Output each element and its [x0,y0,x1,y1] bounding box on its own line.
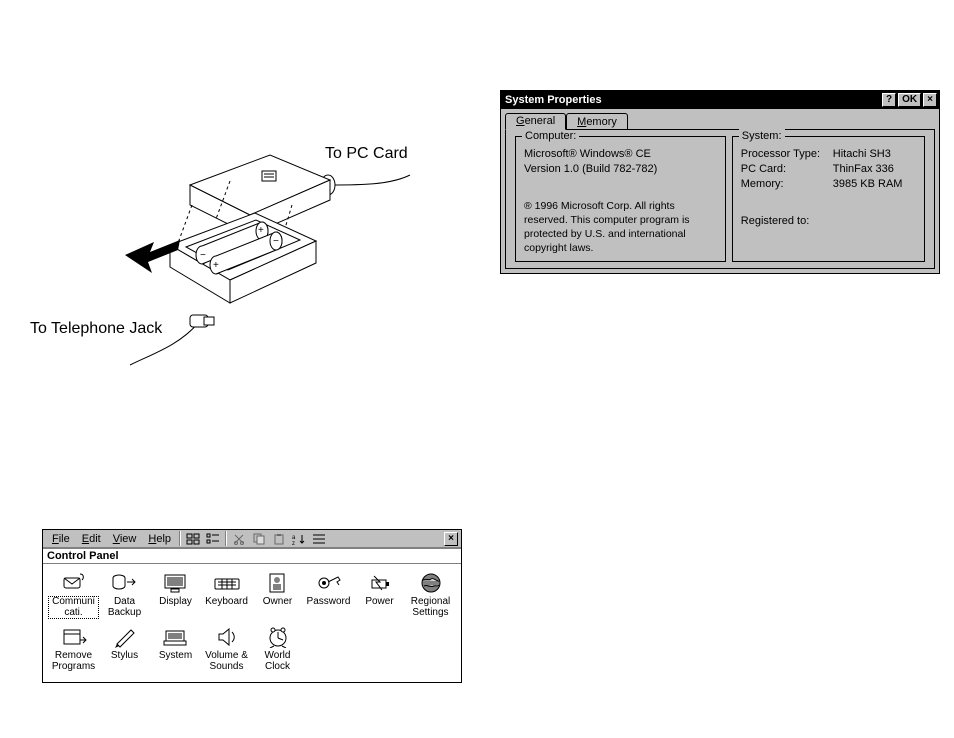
icon-owner[interactable]: Owner [253,572,302,618]
icon-communications[interactable]: Communicati. [49,572,98,618]
speaker-icon [213,626,241,648]
toolbar-details[interactable] [310,531,328,547]
svg-text:−: − [200,250,206,261]
icon-password[interactable]: Password [304,572,353,618]
icon-data-backup[interactable]: Data Backup [100,572,149,618]
cp-close-button[interactable]: × [444,532,458,546]
owner-icon [264,572,292,594]
system-icon [162,626,190,648]
tab-content: Computer: Microsoft® Windows® CE Version… [505,129,935,269]
toolbar-cut[interactable] [230,531,248,547]
icon-system[interactable]: System [151,626,200,672]
hardware-diagram: To PC Card To Telephone Jack [30,145,450,385]
close-button[interactable]: × [923,93,937,107]
help-button[interactable]: ? [882,93,896,107]
copyright-text: ® 1996 Microsoft Corp. All rights reserv… [524,199,717,256]
label-memory: Memory: [741,177,833,192]
legend-computer: Computer: [522,129,579,144]
toolbar-sort[interactable]: az [290,531,308,547]
clock-icon [264,626,292,648]
label-processor: Processor Type: [741,147,833,162]
value-processor: Hitachi SH3 [833,147,891,162]
os-line1: Microsoft® Windows® CE [524,147,717,162]
icon-remove-programs[interactable]: Remove Programs [49,626,98,672]
icon-volume-sounds[interactable]: Volume & Sounds [202,626,251,672]
cp-icon-grid: Communicati. Data Backup Display Keyboar… [43,564,461,682]
legend-system: System: [739,129,785,144]
tab-general[interactable]: General [505,113,566,130]
label-to-pc-card: To PC Card [325,145,408,163]
stylus-icon [111,626,139,648]
cp-caption: Control Panel [43,548,461,564]
titlebar: System Properties ? OK × [501,91,939,109]
keyboard-icon [213,572,241,594]
toolbar-paste[interactable] [270,531,288,547]
svg-text:+: + [258,225,264,236]
svg-text:−: − [273,236,279,247]
label-registered-to: Registered to: [741,214,916,229]
system-properties-dialog: System Properties ? OK × General Memory … [500,90,940,274]
icon-regional-settings[interactable]: Regional Settings [406,572,455,618]
os-line2: Version 1.0 (Build 782-782) [524,162,717,177]
icon-power[interactable]: Power [355,572,404,618]
toolbar-copy[interactable] [250,531,268,547]
title-text: System Properties [505,94,602,106]
menu-help[interactable]: Help [142,532,177,546]
svg-text:z: z [292,541,295,545]
value-memory: 3985 KB RAM [833,177,903,192]
menu-edit[interactable]: Edit [76,532,107,546]
tab-memory[interactable]: Memory [566,113,628,130]
label-to-telephone-jack: To Telephone Jack [30,320,162,338]
communication-icon [60,572,88,594]
menu-file[interactable]: File [46,532,76,546]
control-panel-window: File Edit View Help az × Control Panel [42,529,462,683]
icon-keyboard[interactable]: Keyboard [202,572,251,618]
toolbar-large-icons[interactable] [184,531,202,547]
remove-programs-icon [60,626,88,648]
menu-view[interactable]: View [107,532,143,546]
svg-text:+: + [213,260,219,271]
menubar: File Edit View Help az × [43,530,461,548]
display-icon [162,572,190,594]
power-icon [366,572,394,594]
globe-icon [417,572,445,594]
label-pccard: PC Card: [741,162,833,177]
group-system: System: Processor Type:Hitachi SH3 PC Ca… [732,136,925,262]
ok-button[interactable]: OK [898,93,921,107]
icon-stylus[interactable]: Stylus [100,626,149,672]
backup-icon [111,572,139,594]
icon-world-clock[interactable]: World Clock [253,626,302,672]
password-icon [315,572,343,594]
icon-display[interactable]: Display [151,572,200,618]
group-computer: Computer: Microsoft® Windows® CE Version… [515,136,726,262]
device-illustration: − + + − [30,145,450,385]
tabstrip: General Memory [505,113,935,130]
toolbar-small-icons[interactable] [204,531,222,547]
value-pccard: ThinFax 336 [833,162,894,177]
